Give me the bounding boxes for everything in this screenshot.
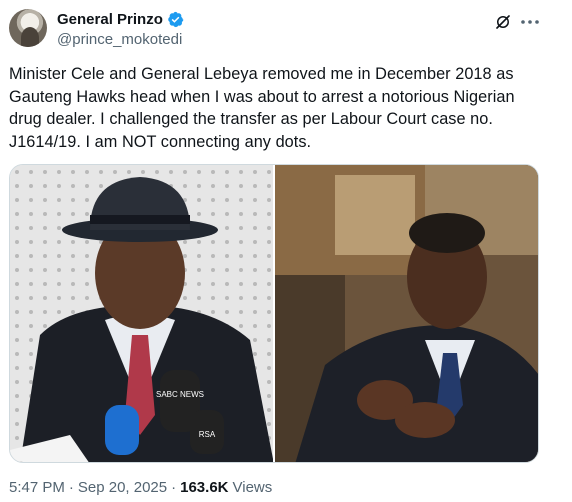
author-name-row: General Prinzo [57,11,184,28]
views-count: 163.6K [180,479,229,496]
photo-right-image [275,165,538,462]
photo-right[interactable] [275,165,538,462]
avatar[interactable] [9,9,47,47]
meta-separator-1: · [68,479,74,496]
tweet-text: Minister Cele and General Lebeya removed… [9,65,515,151]
meta-separator-2: · [171,479,177,496]
photo-left[interactable]: SABC NEWS RSA [10,165,273,462]
author-handle[interactable]: @prince_mokotedi [57,31,182,48]
views-label: Views [232,479,273,496]
more-button[interactable] [518,12,542,32]
mic-label-rsa: RSA [199,430,216,439]
author-display-name[interactable]: General Prinzo [57,11,163,28]
grok-button[interactable] [493,12,513,32]
tweet-time[interactable]: 5:47 PM [9,479,65,496]
photo-left-image: SABC NEWS RSA [10,165,273,462]
tweet-date[interactable]: Sep 20, 2025 [78,479,167,496]
tweet-meta: 5:47 PM · Sep 20, 2025 · 163.6K Views [9,479,272,496]
grok-icon [496,15,510,29]
tweet-media[interactable]: SABC NEWS RSA [9,164,539,463]
more-icon [521,20,539,24]
verified-badge-icon [168,11,184,28]
tweet-card: General Prinzo @prince_mokotedi Minister… [0,0,572,502]
mic-label-sabc: SABC NEWS [156,390,204,399]
